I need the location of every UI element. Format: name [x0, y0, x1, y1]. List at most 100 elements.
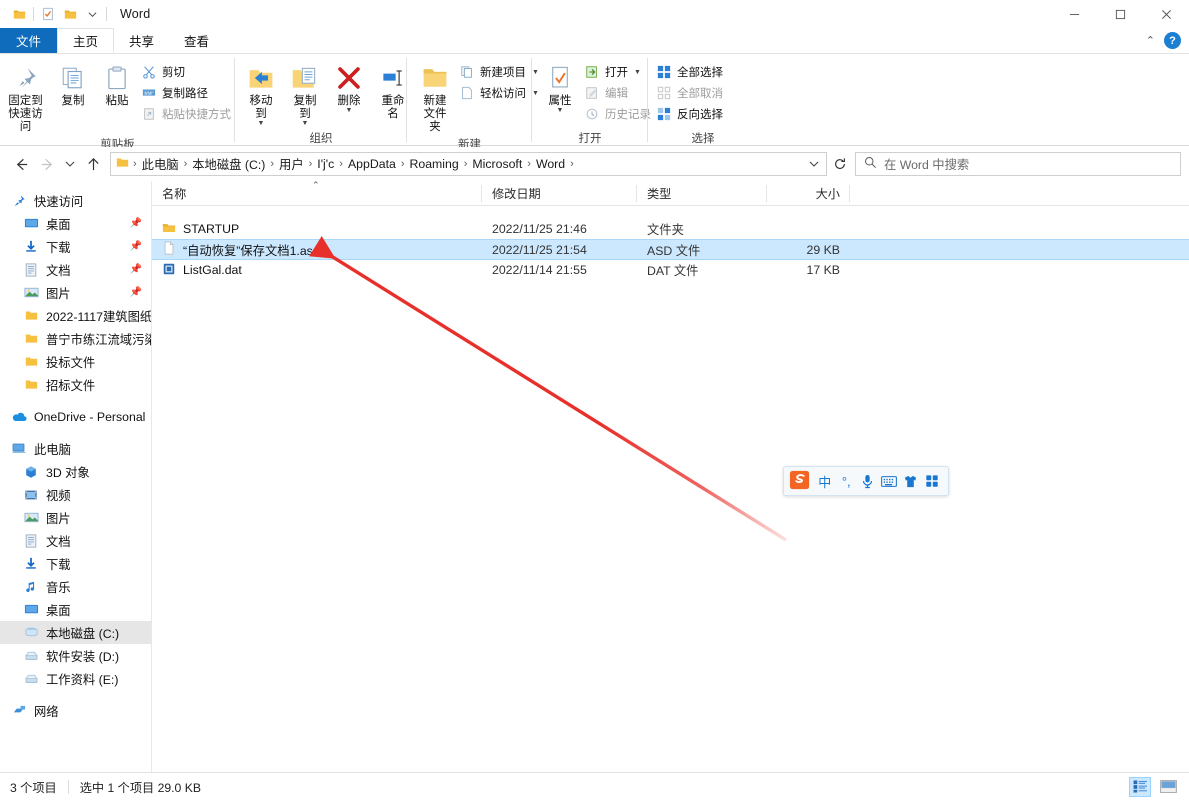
sidebar-item-folder-puning[interactable]: 普宁市练江流域污染	[0, 327, 151, 350]
navigation-pane[interactable]: 快速访问 桌面 📌 下载 📌 文档 📌 图片 📌 2022-1117建筑图纸 普…	[0, 181, 152, 772]
new-item-button[interactable]: 新建项目 ▼	[457, 62, 543, 82]
sidebar-item-pictures[interactable]: 图片 📌	[0, 281, 151, 304]
close-button[interactable]	[1143, 0, 1189, 28]
sidebar-item-documents-pc[interactable]: 文档	[0, 529, 151, 552]
select-none-button[interactable]: 全部取消	[654, 83, 727, 103]
breadcrumb-bar[interactable]: › 此电脑 › 本地磁盘 (C:) › 用户 › I'j'c › AppData…	[110, 152, 827, 176]
copy-path-button[interactable]: 复制路径	[139, 83, 235, 103]
sidebar-item-folder-tender-docs[interactable]: 招标文件	[0, 373, 151, 396]
breadcrumb-item-appdata[interactable]: AppData	[345, 157, 399, 171]
sidebar-item-videos[interactable]: 视频	[0, 483, 151, 506]
refresh-button[interactable]	[827, 151, 853, 177]
sidebar-item-network[interactable]: 网络	[0, 699, 151, 722]
folder-icon[interactable]	[8, 3, 30, 25]
thumbnail-view-icon[interactable]	[1157, 777, 1179, 797]
sidebar-item-folder-bid-docs[interactable]: 投标文件	[0, 350, 151, 373]
breadcrumb-item-this-pc[interactable]: 此电脑	[139, 155, 182, 173]
open-caret-icon[interactable]: ▼	[634, 69, 641, 76]
column-header-size[interactable]: 大小	[767, 181, 850, 206]
copy-button[interactable]: 复制	[51, 59, 95, 110]
breadcrumb-item-users[interactable]: 用户	[276, 155, 307, 173]
breadcrumb-item-roaming[interactable]: Roaming	[407, 157, 462, 171]
table-row[interactable]: “自动恢复”保存文档1.asd 2022/11/25 21:54 ASD 文件 …	[152, 239, 1189, 260]
properties-caret-icon[interactable]: ▼	[557, 107, 564, 114]
sidebar-item-music[interactable]: 音乐	[0, 575, 151, 598]
tab-home[interactable]: 主页	[57, 28, 115, 53]
sidebar-item-downloads-pc[interactable]: 下载	[0, 552, 151, 575]
history-button[interactable]: 历史记录	[582, 104, 655, 124]
table-row[interactable]: ListGal.dat 2022/11/14 21:55 DAT 文件 17 K…	[152, 260, 1189, 280]
sidebar-item-pictures-pc[interactable]: 图片	[0, 506, 151, 529]
details-view-icon[interactable]	[1129, 776, 1151, 797]
paste-shortcut-button[interactable]: 粘贴快捷方式	[139, 104, 235, 124]
file-list-pane[interactable]: 名称 ⌃ 修改日期 类型 大小 STARTUP 2022/11/25 21:46…	[152, 180, 1189, 772]
pin-icon[interactable]: 📌	[130, 241, 142, 252]
breadcrumb-item-microsoft[interactable]: Microsoft	[469, 157, 525, 171]
sidebar-item-drive-d[interactable]: 软件安装 (D:)	[0, 644, 151, 667]
new-folder-icon[interactable]	[59, 3, 81, 25]
pin-icon[interactable]: 📌	[130, 287, 142, 298]
pin-icon[interactable]: 📌	[130, 264, 142, 275]
edit-label: 编辑	[605, 88, 628, 100]
breadcrumb-item-local-disk[interactable]: 本地磁盘 (C:)	[189, 155, 268, 173]
address-dropdown-icon[interactable]	[804, 153, 824, 175]
select-all-button[interactable]: 全部选择	[654, 62, 727, 82]
sidebar-item-downloads[interactable]: 下载 📌	[0, 235, 151, 258]
keyboard-icon[interactable]	[879, 469, 901, 493]
open-button[interactable]: 打开 ▼	[582, 62, 655, 82]
explorer-body: 快速访问 桌面 📌 下载 📌 文档 📌 图片 📌 2022-1117建筑图纸 普…	[0, 180, 1189, 772]
properties-icon[interactable]	[37, 3, 59, 25]
sidebar-item-this-pc[interactable]: 此电脑	[0, 437, 151, 460]
table-row[interactable]: STARTUP 2022/11/25 21:46 文件夹	[152, 219, 1189, 239]
back-button[interactable]	[8, 151, 34, 177]
move-to-button[interactable]: 移动到 ▼	[239, 59, 283, 129]
delete-caret-icon[interactable]: ▼	[346, 107, 353, 114]
sidebar-item-onedrive[interactable]: OneDrive - Personal	[0, 405, 151, 428]
sidebar-item-local-disk-c[interactable]: 本地磁盘 (C:)	[0, 621, 151, 644]
sidebar-item-quick-access[interactable]: 快速访问	[0, 189, 151, 212]
delete-button[interactable]: 删除 ▼	[327, 59, 371, 116]
ime-toolbar[interactable]: 中 °,	[783, 466, 949, 496]
forward-button[interactable]	[34, 151, 60, 177]
punctuation-icon[interactable]: °,	[836, 469, 858, 493]
breadcrumb-item-user[interactable]: I'j'c	[314, 157, 337, 171]
customize-qat-chevron-icon[interactable]	[81, 3, 103, 25]
easy-access-button[interactable]: 轻松访问 ▼	[457, 83, 543, 103]
sogou-logo-icon[interactable]	[789, 469, 811, 494]
paste-button[interactable]: 粘贴	[95, 59, 139, 110]
chinese-mode-icon[interactable]: 中	[814, 469, 836, 493]
skin-icon[interactable]	[900, 469, 922, 493]
tab-view[interactable]: 查看	[169, 28, 224, 53]
tab-share[interactable]: 共享	[114, 28, 169, 53]
pin-icon[interactable]: 📌	[130, 218, 142, 229]
cut-button[interactable]: 剪切	[139, 62, 235, 82]
new-folder-button[interactable]: 新建文件夹	[413, 59, 457, 136]
sidebar-item-desktop[interactable]: 桌面 📌	[0, 212, 151, 235]
recent-locations-button[interactable]	[60, 151, 80, 177]
toolbox-icon[interactable]	[922, 469, 944, 493]
copy-to-button[interactable]: 复制到 ▼	[283, 59, 327, 129]
column-header-date[interactable]: 修改日期	[482, 181, 637, 206]
sidebar-item-desktop-pc[interactable]: 桌面	[0, 598, 151, 621]
breadcrumb-item-word[interactable]: Word	[533, 157, 568, 171]
pin-to-quick-access-button[interactable]: 固定到快速访问	[0, 59, 51, 136]
maximize-button[interactable]	[1097, 0, 1143, 28]
invert-selection-button[interactable]: 反向选择	[654, 104, 727, 124]
properties-button[interactable]: 属性 ▼	[538, 59, 582, 116]
tab-file[interactable]: 文件	[0, 28, 58, 53]
collapse-ribbon-icon[interactable]: ⌃	[1146, 34, 1155, 47]
up-button[interactable]	[80, 151, 106, 177]
sidebar-item-documents[interactable]: 文档 📌	[0, 258, 151, 281]
sidebar-item-folder-2022-1117[interactable]: 2022-1117建筑图纸	[0, 304, 151, 327]
microphone-icon[interactable]	[857, 469, 879, 493]
search-input[interactable]: 在 Word 中搜索	[855, 152, 1181, 176]
column-header-name[interactable]: 名称 ⌃	[152, 180, 482, 206]
edit-button[interactable]: 编辑	[582, 83, 655, 103]
move-to-caret-icon[interactable]: ▼	[258, 120, 265, 127]
help-icon[interactable]: ?	[1164, 32, 1181, 49]
sidebar-item-drive-e[interactable]: 工作资料 (E:)	[0, 667, 151, 690]
sidebar-item-3d-objects[interactable]: 3D 对象	[0, 460, 151, 483]
copy-to-caret-icon[interactable]: ▼	[302, 120, 309, 127]
minimize-button[interactable]	[1051, 0, 1097, 28]
column-header-type[interactable]: 类型	[637, 181, 767, 206]
